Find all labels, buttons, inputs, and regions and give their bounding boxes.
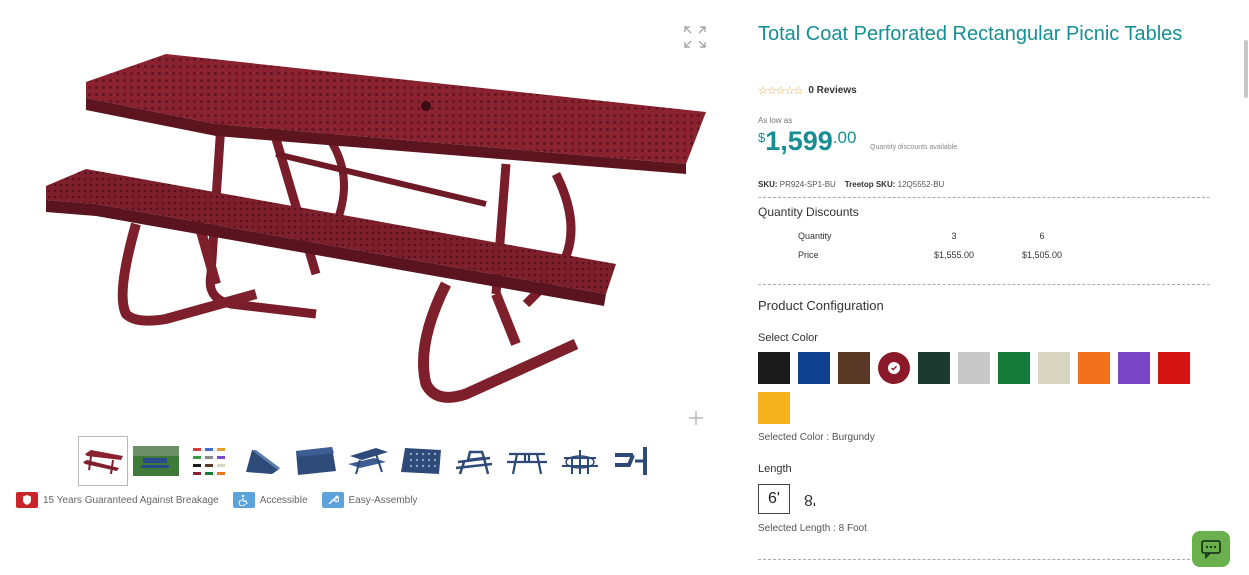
color-swatch[interactable] <box>758 352 790 384</box>
length-option-8[interactable]: 8' <box>796 484 824 514</box>
quantity-discount-note: Quantity discounts available <box>870 144 958 151</box>
quantity-discount-table: Quantity 3 6 Price $1,555.00 $1,505.00 <box>798 226 1086 264</box>
select-color-label: Select Color <box>758 332 818 344</box>
picnic-table-illustration <box>46 54 706 403</box>
row-label: Quantity <box>798 230 832 241</box>
color-swatch[interactable] <box>1118 352 1150 384</box>
rating: ☆☆☆☆☆ 0 Reviews <box>758 84 857 97</box>
product-title: Total Coat Perforated Rectangular Picnic… <box>758 23 1183 45</box>
reviews-link[interactable]: 0 Reviews <box>808 85 856 96</box>
color-swatch[interactable] <box>998 352 1030 384</box>
color-swatch[interactable] <box>758 392 790 424</box>
color-swatches <box>758 352 1198 424</box>
length-options: 6' 8' <box>758 484 824 514</box>
product-page: 15 Years Guaranteed Against Breakage Acc… <box>0 0 1249 575</box>
table-cell: $1,505.00 <box>1021 249 1063 260</box>
shield-icon <box>16 492 38 508</box>
product-details-panel: Total Coat Perforated Rectangular Picnic… <box>740 8 1220 575</box>
selected-length-text: Selected Length : 8 Foot <box>758 523 867 534</box>
feature-accessible: Accessible <box>232 492 308 508</box>
length-option-6[interactable]: 6' <box>758 484 790 514</box>
row-label: Price <box>798 249 819 260</box>
color-swatch[interactable] <box>878 352 910 384</box>
length-label: Length <box>758 463 792 475</box>
table-cell: $1,555.00 <box>933 249 975 260</box>
feature-label: Accessible <box>259 494 308 506</box>
thumbnail-7[interactable] <box>396 436 446 486</box>
sku-line: SKU: PR924-SP1-BU Treetop SKU: 12Q5552-B… <box>758 180 944 189</box>
thumbnail-5[interactable] <box>290 436 340 486</box>
color-swatch[interactable] <box>958 352 990 384</box>
feature-warranty: 15 Years Guaranteed Against Breakage <box>16 492 219 508</box>
table-cell: 6 <box>1039 230 1045 241</box>
product-configuration-heading: Product Configuration <box>758 298 884 313</box>
thumbnail-2[interactable] <box>131 436 181 486</box>
feature-label: 15 Years Guaranteed Against Breakage <box>43 494 219 506</box>
table-row: Price $1,555.00 $1,505.00 <box>798 245 1086 264</box>
thumbnail-11[interactable] <box>608 436 658 486</box>
table-row: Quantity 3 6 <box>798 226 1086 245</box>
treetop-sku-label: Treetop SKU: <box>844 180 896 189</box>
thumbnail-strip <box>78 436 658 488</box>
divider <box>758 559 1210 560</box>
wheelchair-icon <box>232 492 255 508</box>
chat-icon[interactable] <box>1192 531 1230 567</box>
thumbnail-6[interactable] <box>343 436 393 486</box>
thumbnail-4[interactable] <box>237 436 287 486</box>
color-swatch[interactable] <box>798 352 830 384</box>
color-swatch[interactable] <box>1038 352 1070 384</box>
feature-badges: 15 Years Guaranteed Against Breakage Acc… <box>16 492 417 508</box>
product-gallery: 15 Years Guaranteed Against Breakage Acc… <box>8 8 720 568</box>
sku-value: PR924-SP1-BU <box>779 180 836 189</box>
table-cell: 3 <box>951 230 957 241</box>
expand-icon[interactable] <box>682 24 708 50</box>
quantity-discounts-heading: Quantity Discounts <box>758 205 859 219</box>
price-whole: 1,599 <box>765 126 833 156</box>
thumbnail-3[interactable] <box>184 436 234 486</box>
as-low-as-label: As low as <box>758 116 793 125</box>
thumbnail-1[interactable] <box>78 436 128 486</box>
thumbnail-9[interactable] <box>502 436 552 486</box>
wrench-icon <box>321 492 344 508</box>
feature-assembly: Easy-Assembly <box>321 492 418 508</box>
price-currency: $ <box>758 130 766 145</box>
thumbnail-10[interactable] <box>555 436 605 486</box>
treetop-sku-value: 12Q5552-BU <box>897 180 945 189</box>
price-cents: .00 <box>832 128 857 147</box>
page-scrollbar[interactable] <box>1244 40 1248 98</box>
divider <box>758 197 1210 198</box>
color-swatch[interactable] <box>1078 352 1110 384</box>
feature-label: Easy-Assembly <box>348 494 418 506</box>
divider <box>758 284 1210 285</box>
color-swatch[interactable] <box>918 352 950 384</box>
product-price: $ 1,599 .00 <box>758 126 856 157</box>
checkmark-icon <box>888 362 900 374</box>
zoom-plus-icon[interactable] <box>686 408 706 428</box>
sku-label: SKU: <box>758 180 778 189</box>
thumbnail-8[interactable] <box>449 436 499 486</box>
main-product-image[interactable] <box>16 14 716 434</box>
color-swatch[interactable] <box>838 352 870 384</box>
color-swatch[interactable] <box>1158 352 1190 384</box>
star-rating-icon[interactable]: ☆☆☆☆☆ <box>758 84 803 97</box>
selected-color-text: Selected Color : Burgundy <box>758 432 875 443</box>
